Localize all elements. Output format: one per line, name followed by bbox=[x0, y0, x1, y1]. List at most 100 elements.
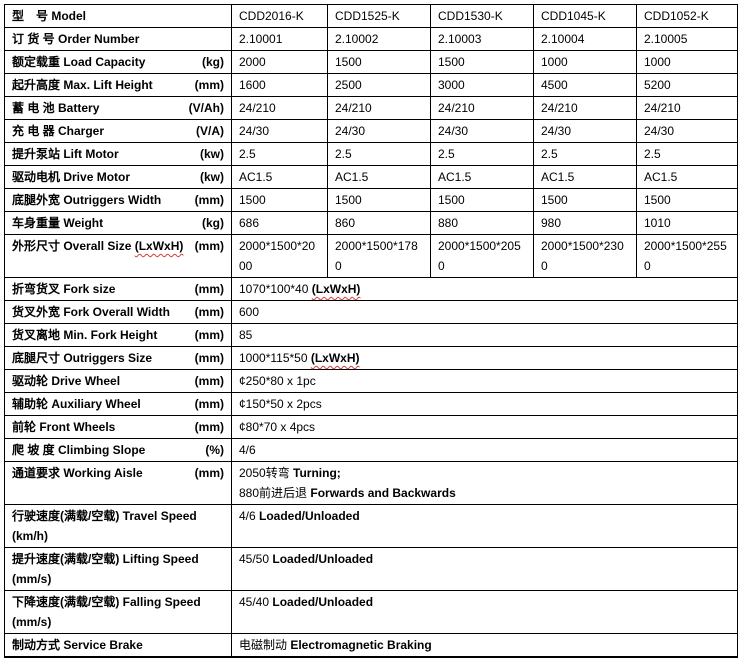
spec-row-lift-motor: 提升泵站 Lift Motor(kw)2.52.52.52.52.5 bbox=[5, 143, 738, 166]
text-fragment: 2050转弯 bbox=[239, 466, 293, 480]
spec-label: 车身重量 Weight(kg) bbox=[12, 213, 224, 233]
spec-value-cell: 2000*1500*2300 bbox=[534, 235, 637, 278]
spec-value-cell: AC1.5 bbox=[328, 166, 431, 189]
text-fragment: 2000*1500*2300 bbox=[541, 239, 624, 273]
text-fragment: AC1.5 bbox=[541, 170, 574, 184]
spec-label-text: 外形尺寸 Overall Size (LxWxH) bbox=[12, 236, 183, 256]
spec-label-text: 底腿尺寸 Outriggers Size bbox=[12, 348, 152, 368]
text-fragment: Min. Fork Height bbox=[63, 328, 157, 342]
spec-sheet-page: 型 号 ModelCDD2016-KCDD1525-KCDD1530-KCDD1… bbox=[0, 0, 741, 658]
unit-label: (mm) bbox=[191, 190, 224, 210]
text-fragment: 2.5 bbox=[335, 147, 352, 161]
spec-value-cell: CDD1045-K bbox=[534, 5, 637, 28]
spec-row-battery: 蓄 电 池 Battery(V/Ah)24/21024/21024/21024/… bbox=[5, 97, 738, 120]
unit-label: (kg) bbox=[198, 213, 224, 233]
spec-label: 提升泵站 Lift Motor(kw) bbox=[12, 144, 224, 164]
spec-value-cell: 2.10003 bbox=[431, 28, 534, 51]
spec-value-cell: 24/30 bbox=[431, 120, 534, 143]
spec-value-cell-span: 2050转弯 Turning;880前进后退 Forwards and Back… bbox=[232, 462, 738, 505]
text-fragment: Order Number bbox=[58, 32, 139, 46]
spec-row-working-aisle: 通道要求 Working Aisle(mm)2050转弯 Turning;880… bbox=[5, 462, 738, 505]
spec-label-cell: 行驶速度(满载/空载) Travel Speed(km/h) bbox=[5, 505, 232, 548]
spec-row-fork-overall-width: 货叉外宽 Fork Overall Width(mm)600 bbox=[5, 301, 738, 324]
spec-value-cell: 2.5 bbox=[328, 143, 431, 166]
text-fragment: 货叉离地 bbox=[12, 328, 63, 342]
spec-label-cell: 驱动电机 Drive Motor(kw) bbox=[5, 166, 232, 189]
spec-row-overall-size: 外形尺寸 Overall Size (LxWxH)(mm)2000*1500*2… bbox=[5, 235, 738, 278]
spec-value-cell: 2.10002 bbox=[328, 28, 431, 51]
text-fragment: Electromagnetic Braking bbox=[290, 638, 431, 652]
spec-value-cell: 24/210 bbox=[534, 97, 637, 120]
value-line: 880前进后退 Forwards and Backwards bbox=[239, 483, 730, 503]
spec-value-cell: 2000 bbox=[232, 51, 328, 74]
text-fragment: 充 电 器 bbox=[12, 124, 58, 138]
text-fragment: ¢80*70 x 4pcs bbox=[239, 420, 315, 434]
text-fragment: 1500 bbox=[541, 193, 568, 207]
text-fragment: Max. Lift Height bbox=[63, 78, 152, 92]
spec-value-cell: 2.5 bbox=[431, 143, 534, 166]
text-fragment: 2.5 bbox=[644, 147, 661, 161]
spec-label: 起升高度 Max. Lift Height(mm) bbox=[12, 75, 224, 95]
spec-label-cell: 底腿外宽 Outriggers Width (mm) bbox=[5, 189, 232, 212]
spec-row-load-capacity: 额定载重 Load Capacity(kg)200015001500100010… bbox=[5, 51, 738, 74]
text-fragment: 辅助轮 bbox=[12, 397, 51, 411]
spec-row-max-lift-height: 起升高度 Max. Lift Height(mm)160025003000450… bbox=[5, 74, 738, 97]
spec-value-cell-span: 45/50 Loaded/Unloaded bbox=[232, 548, 738, 591]
text-fragment: Lifting Speed bbox=[123, 552, 199, 566]
text-fragment: 1500 bbox=[438, 193, 465, 207]
text-fragment: 驱动轮 bbox=[12, 374, 51, 388]
spec-value-cell: 880 bbox=[431, 212, 534, 235]
text-fragment: 1070*100*40 bbox=[239, 282, 312, 296]
spec-label: 前轮 Front Wheels(mm) bbox=[12, 417, 224, 437]
text-fragment: 2.10001 bbox=[239, 32, 282, 46]
spec-value-cell-span: ¢80*70 x 4pcs bbox=[232, 416, 738, 439]
spec-value-cell: 1500 bbox=[328, 189, 431, 212]
text-fragment: 蓄 电 池 bbox=[12, 101, 58, 115]
text-fragment: 1500 bbox=[438, 55, 465, 69]
unit-label: (%) bbox=[201, 440, 224, 460]
unit-label: (mm) bbox=[191, 463, 224, 483]
spec-label-cell: 折弯货叉 Fork size(mm) bbox=[5, 278, 232, 301]
spec-value-cell: 4500 bbox=[534, 74, 637, 97]
spec-label: 行驶速度(满载/空载) Travel Speed(km/h) bbox=[12, 506, 224, 546]
spec-label-cell: 通道要求 Working Aisle(mm) bbox=[5, 462, 232, 505]
text-fragment: (LxWxH) bbox=[135, 239, 184, 253]
text-fragment: Drive Motor bbox=[63, 170, 130, 184]
spec-label-text: 底腿外宽 Outriggers Width bbox=[12, 190, 161, 210]
spec-label: 驱动电机 Drive Motor(kw) bbox=[12, 167, 224, 187]
text-fragment: 2.5 bbox=[239, 147, 256, 161]
unit-label: (kw) bbox=[196, 144, 224, 164]
spec-label-text: 爬 坡 度 Climbing Slope bbox=[12, 440, 145, 460]
text-fragment: CDD1045-K bbox=[541, 9, 606, 23]
spec-label: 充 电 器 Charger(V/A) bbox=[12, 121, 224, 141]
unit-label: (V/Ah) bbox=[185, 98, 224, 118]
text-fragment: 2000*1500*2000 bbox=[239, 239, 315, 273]
text-fragment: Model bbox=[51, 9, 86, 23]
text-fragment: ¢250*80 x 1pc bbox=[239, 374, 316, 388]
text-fragment: 行驶速度(满载/空载) bbox=[12, 509, 123, 523]
spec-value-cell-span: 1000*115*50 (LxWxH) bbox=[232, 347, 738, 370]
text-fragment: 2.10002 bbox=[335, 32, 378, 46]
text-fragment: Lift Motor bbox=[63, 147, 118, 161]
text-fragment: Fork size bbox=[63, 282, 115, 296]
spec-value-cell: 686 bbox=[232, 212, 328, 235]
text-fragment: AC1.5 bbox=[644, 170, 677, 184]
spec-value-cell: 24/30 bbox=[534, 120, 637, 143]
spec-label-text: 订 货 号 Order Number bbox=[12, 29, 139, 49]
spec-value-cell: 1010 bbox=[637, 212, 738, 235]
spec-label: 制动方式 Service Brake bbox=[12, 635, 224, 655]
spec-value-cell: 980 bbox=[534, 212, 637, 235]
text-fragment: 下降速度(满载/空载) bbox=[12, 595, 123, 609]
spec-label-cell: 起升高度 Max. Lift Height(mm) bbox=[5, 74, 232, 97]
spec-label-text: 驱动电机 Drive Motor bbox=[12, 167, 130, 187]
spec-label-cell: 辅助轮 Auxiliary Wheel(mm) bbox=[5, 393, 232, 416]
text-fragment: 24/30 bbox=[541, 124, 571, 138]
text-fragment: 提升速度(满载/空载) bbox=[12, 552, 123, 566]
spec-row-drive-motor: 驱动电机 Drive Motor(kw)AC1.5AC1.5AC1.5AC1.5… bbox=[5, 166, 738, 189]
text-fragment: (LxWxH) bbox=[311, 351, 360, 365]
spec-value-cell: 1500 bbox=[328, 51, 431, 74]
spec-value-cell: 1500 bbox=[534, 189, 637, 212]
text-fragment: Front Wheels bbox=[39, 420, 115, 434]
text-fragment: 外形尺寸 bbox=[12, 239, 63, 253]
spec-value-cell-span: 85 bbox=[232, 324, 738, 347]
